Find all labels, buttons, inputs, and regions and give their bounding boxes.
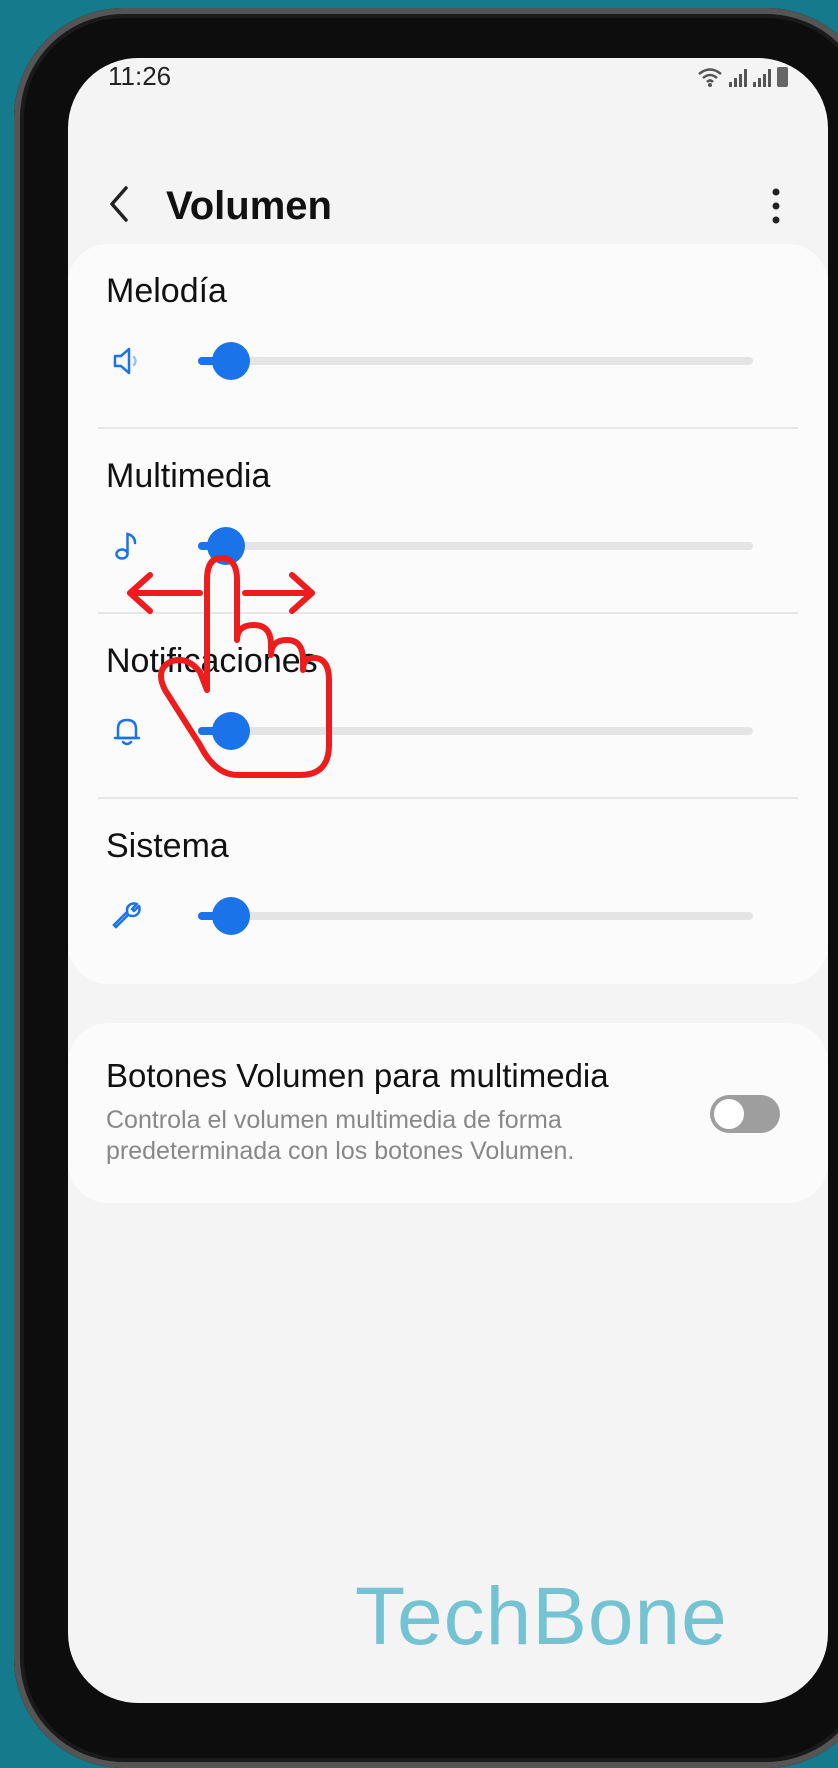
status-icons — [697, 67, 788, 87]
status-time: 11:26 — [108, 61, 172, 91]
volume-slider[interactable] — [198, 527, 753, 565]
setting-title: Botones Volumen para multimedia — [106, 1057, 609, 1094]
battery-icon — [777, 67, 788, 87]
wrench-icon — [112, 902, 141, 929]
volume-item-melodia: Melodía — [68, 244, 828, 429]
volume-slider[interactable] — [198, 712, 753, 750]
volume-label: Melodía — [106, 272, 227, 310]
slider-thumb[interactable] — [206, 527, 245, 565]
watermark: TechBone — [355, 1571, 728, 1662]
back-arrow-icon[interactable] — [104, 184, 136, 224]
wifi-icon — [698, 68, 722, 87]
slider-thumb[interactable] — [212, 342, 251, 380]
slider-thumb[interactable] — [212, 712, 251, 750]
media-buttons-toggle[interactable] — [710, 1095, 780, 1133]
signal-icon-2 — [753, 69, 771, 87]
music-note-icon — [115, 532, 137, 560]
media-buttons-card[interactable]: Botones Volumen para multimedia Controla… — [68, 1023, 828, 1203]
toggle-knob — [712, 1097, 746, 1131]
phone-frame: 11:26 Volumen Melodía Multimedia Notific… — [14, 8, 838, 1768]
volume-label: Notificaciones — [106, 642, 318, 680]
signal-icon — [729, 69, 747, 87]
slider-thumb[interactable] — [212, 897, 251, 935]
bell-icon — [113, 718, 141, 746]
volume-item-sistema: Sistema — [68, 799, 828, 984]
volume-slider[interactable] — [198, 342, 753, 380]
volume-card: Melodía Multimedia Notificaciones Sistem… — [68, 244, 828, 984]
page-title: Volumen — [166, 184, 332, 228]
screen: 11:26 Volumen Melodía Multimedia Notific… — [68, 58, 828, 1703]
volume-slider[interactable] — [198, 897, 753, 935]
header: Volumen — [68, 158, 828, 248]
volume-label: Multimedia — [106, 457, 271, 495]
volume-item-multimedia: Multimedia — [68, 429, 828, 614]
more-options-icon[interactable] — [772, 188, 780, 224]
volume-item-notificaciones: Notificaciones — [68, 614, 828, 799]
status-bar: 11:26 — [108, 61, 788, 101]
setting-description: Controla el volumen multimedia de forma … — [106, 1106, 575, 1165]
speaker-icon — [113, 347, 137, 375]
volume-label: Sistema — [106, 827, 229, 865]
